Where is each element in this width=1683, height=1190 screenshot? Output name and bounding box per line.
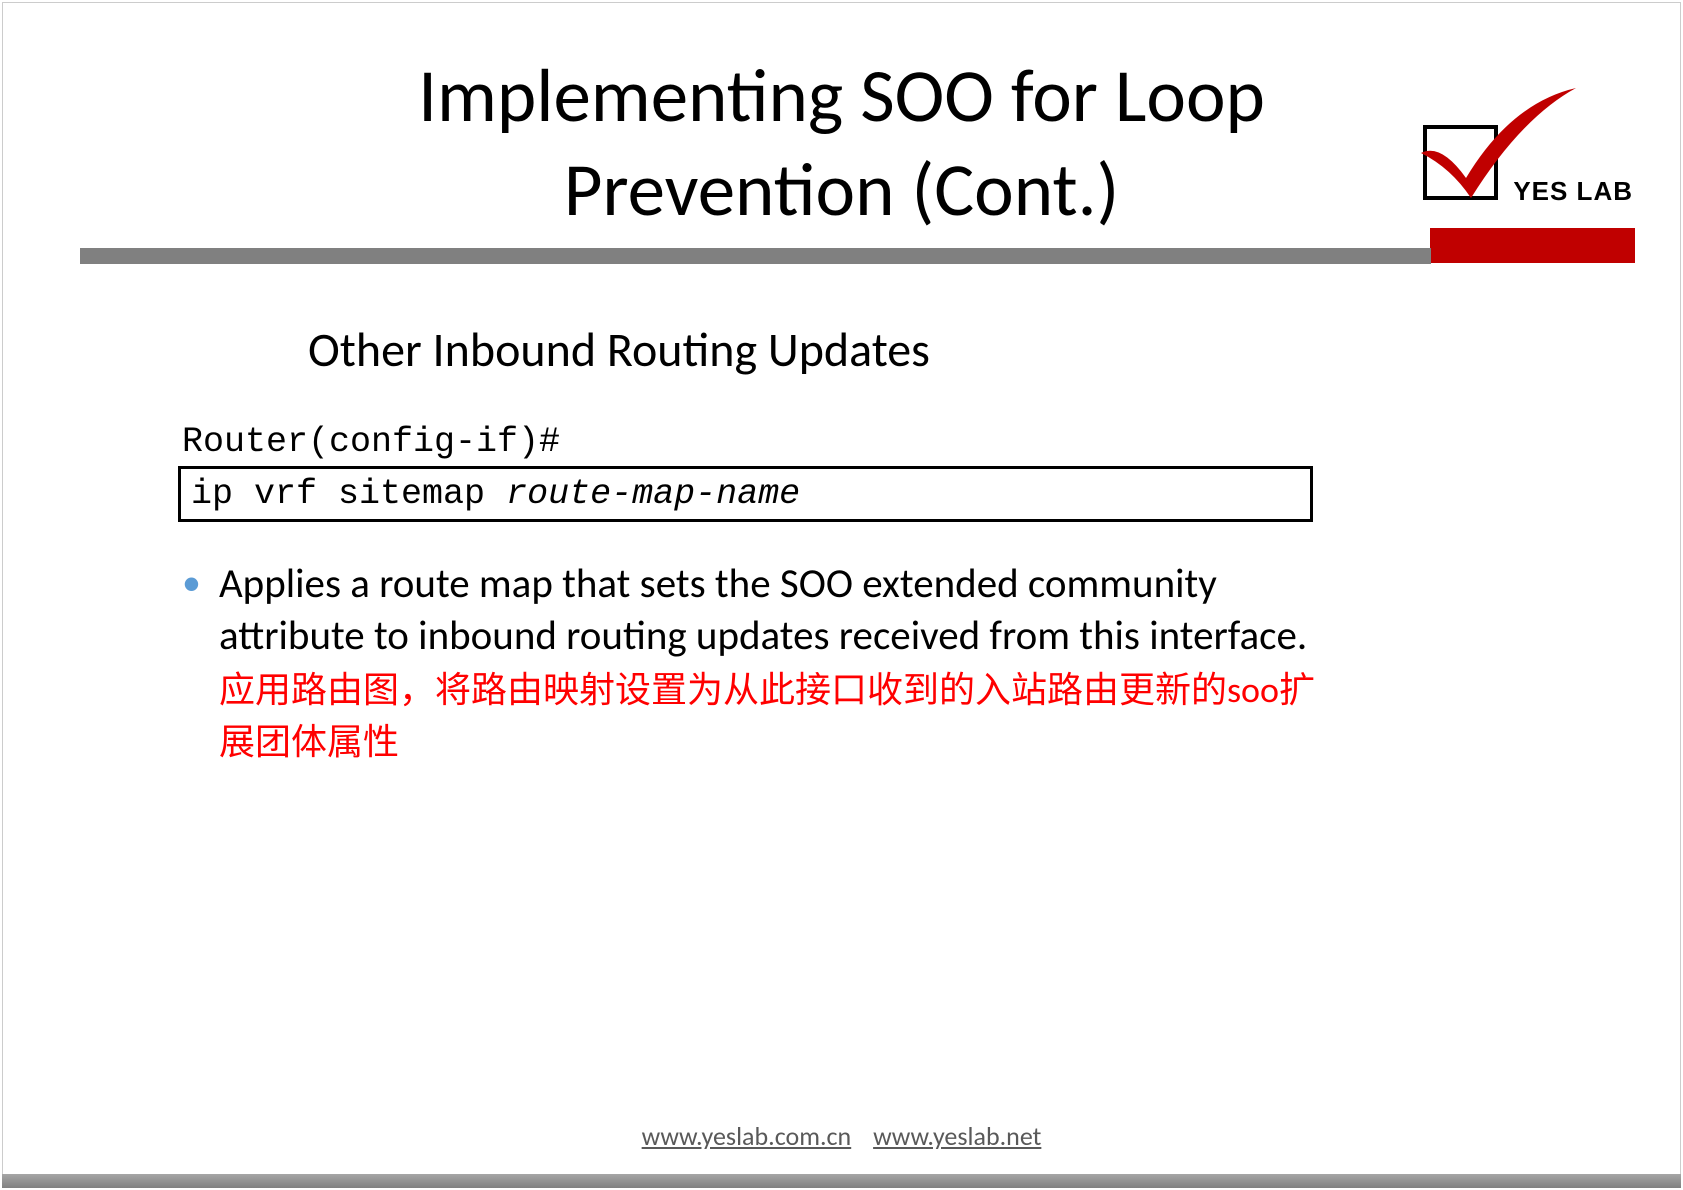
footer-link-2[interactable]: www.yeslab.net [873,1120,1041,1152]
gray-divider-bar [80,248,1431,264]
bullet-section: • Applies a route map that sets the SOO … [182,558,1317,768]
bullet-icon: • [182,561,201,607]
logo: YES LAB [1393,95,1633,225]
command-box: ip vrf sitemap route-map-name [178,466,1313,522]
bullet-text: Applies a route map that sets the SOO ex… [219,558,1317,768]
logo-text: YES LAB [1513,176,1633,207]
footer: www.yeslab.com.cn www.yeslab.net [0,1120,1683,1152]
bullet-chinese: 应用路由图，将路由映射设置为从此接口收到的入站路由更新的soo扩展团体属性 [219,668,1315,764]
bottom-bar [2,1174,1681,1188]
slide: Implementing SOO for Loop Prevention (Co… [0,0,1683,1190]
footer-link-1[interactable]: www.yeslab.com.cn [642,1120,852,1152]
command-keyword: ip vrf sitemap [191,474,506,514]
subtitle: Other Inbound Routing Updates [308,320,930,379]
bullet-item: • Applies a route map that sets the SOO … [182,558,1317,768]
bullet-english: Applies a route map that sets the SOO ex… [219,559,1307,661]
command-parameter: route-map-name [506,474,800,514]
router-prompt: Router(config-if)# [182,422,560,462]
slide-title: Implementing SOO for Loop Prevention (Co… [317,50,1367,238]
red-accent-bar [1430,228,1635,263]
